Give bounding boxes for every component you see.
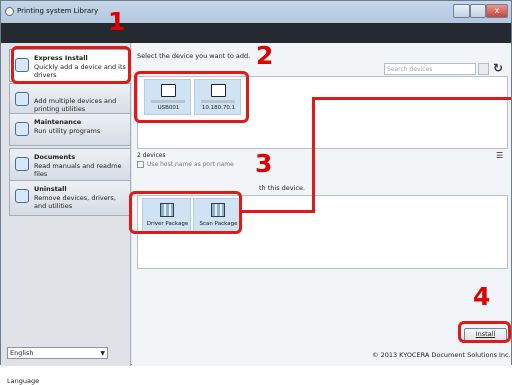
host-name-label: Use host name as port name bbox=[147, 161, 234, 168]
callout-highlight-1 bbox=[11, 46, 131, 84]
uninstall-icon bbox=[15, 189, 29, 203]
copyright-text: © 2013 KYOCERA Document Solutions Inc. bbox=[372, 351, 511, 359]
refresh-icon[interactable]: ↻ bbox=[493, 62, 506, 75]
minimize-button[interactable] bbox=[453, 4, 470, 18]
header-band bbox=[1, 23, 511, 43]
title-bar: Printing system Library x bbox=[1, 1, 511, 23]
callout-number-1: 1 bbox=[108, 7, 126, 36]
callout-number-2: 2 bbox=[256, 41, 274, 70]
chevron-down-icon: ▼ bbox=[100, 350, 105, 357]
sidebar-item-title: Maintenance bbox=[34, 118, 82, 126]
sidebar-item-title: Documents bbox=[34, 153, 76, 161]
app-window: Printing system Library x Express Instal… bbox=[0, 0, 512, 385]
device-count: 2 devices bbox=[137, 152, 166, 159]
callout-connector bbox=[312, 97, 315, 213]
callout-highlight-2 bbox=[134, 71, 249, 123]
close-button[interactable]: x bbox=[486, 4, 508, 18]
sidebar-item-documents[interactable]: Documents Read manuals and readme files bbox=[9, 148, 131, 181]
search-icon[interactable] bbox=[478, 63, 489, 75]
package-prompt: th this device. bbox=[259, 184, 306, 192]
callout-connector bbox=[312, 97, 511, 100]
language-select[interactable]: English ▼ bbox=[7, 347, 108, 359]
maximize-button[interactable] bbox=[470, 4, 486, 18]
sidebar-item-maintenance[interactable]: Maintenance Run utility programs bbox=[9, 113, 131, 146]
documents-icon bbox=[15, 157, 29, 171]
list-view-icon[interactable]: ☰ bbox=[496, 151, 503, 160]
sidebar-item-desc: Run utility programs bbox=[34, 127, 101, 135]
sidebar-item-custom-install[interactable]: Add multiple devices and printing utilit… bbox=[9, 83, 131, 116]
callout-number-3: 3 bbox=[255, 149, 273, 178]
language-value: English bbox=[10, 349, 34, 357]
search-input[interactable]: Search devices bbox=[384, 63, 476, 75]
sidebar-item-desc: Remove devices, drivers, and utilities bbox=[34, 194, 116, 210]
host-name-checkbox[interactable] bbox=[137, 161, 144, 168]
device-prompt: Select the device you want to add. bbox=[137, 52, 251, 60]
app-icon bbox=[5, 7, 14, 16]
language-label: Language bbox=[7, 377, 40, 385]
sidebar-item-title: Uninstall bbox=[34, 185, 67, 193]
callout-highlight-3 bbox=[129, 191, 242, 234]
custom-install-icon bbox=[15, 92, 29, 106]
sidebar-item-desc: Read manuals and readme files bbox=[34, 162, 122, 178]
window-title: Printing system Library bbox=[17, 7, 99, 15]
sidebar-item-uninstall[interactable]: Uninstall Remove devices, drivers, and u… bbox=[9, 180, 131, 216]
callout-connector bbox=[242, 210, 314, 213]
sidebar: Express Install Quickly add a device and… bbox=[1, 43, 131, 385]
sidebar-item-desc: Add multiple devices and printing utilit… bbox=[34, 97, 117, 113]
callout-highlight-4 bbox=[458, 321, 511, 343]
maintenance-icon bbox=[15, 122, 29, 136]
callout-number-4: 4 bbox=[473, 282, 491, 311]
